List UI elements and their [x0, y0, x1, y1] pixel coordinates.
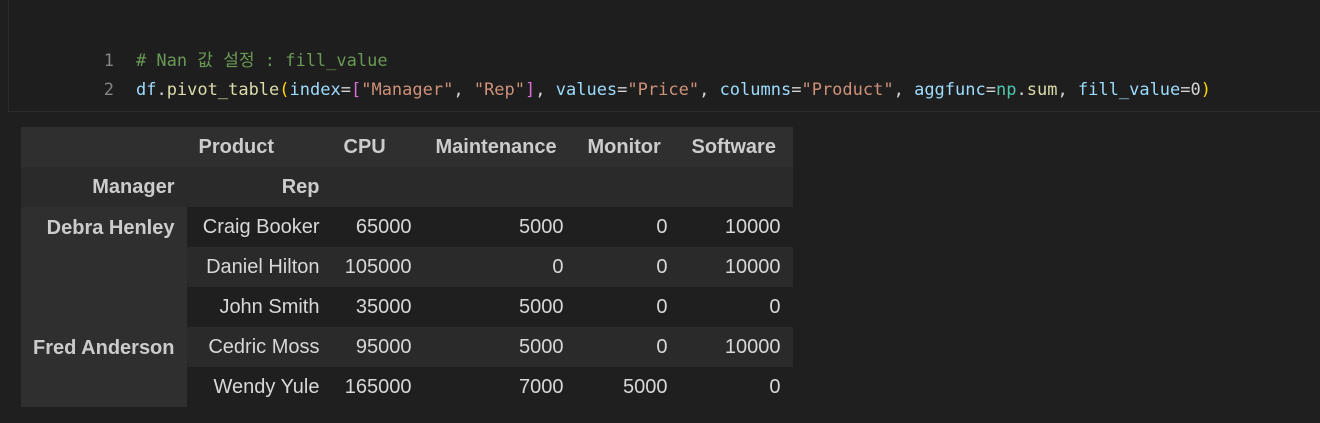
code-token: "Product": [801, 80, 894, 100]
code-token: np: [995, 80, 1017, 100]
cell-maintenance: 7000: [423, 367, 576, 407]
code-token: values: [555, 80, 618, 100]
code-token: =: [791, 80, 802, 100]
cell-software: 10000: [679, 327, 793, 367]
code-token: df: [135, 80, 157, 100]
line-number: 2: [103, 80, 114, 100]
cell-cpu: 95000: [331, 327, 424, 367]
code-token: "Price": [627, 80, 700, 100]
index-manager: Debra Henley: [21, 207, 187, 327]
index-header-rep: Rep: [186, 167, 332, 207]
index-rep: Daniel Hilton: [186, 247, 332, 287]
code-statement: df.pivot_table(index=["Manager", "Rep"],…: [136, 76, 1211, 104]
index-rep: Craig Booker: [186, 207, 332, 247]
cell-monitor: 5000: [575, 367, 680, 407]
code-token: ,: [699, 80, 720, 100]
code-token: ]: [525, 80, 536, 100]
table-row: Debra Henley Craig Booker 65000 5000 0 1…: [21, 207, 793, 327]
cell-monitor: 0: [575, 207, 680, 247]
cell-monitor: 0: [575, 247, 680, 287]
header-blank: [423, 167, 576, 207]
pivot-table: Product CPU Maintenance Monitor Software…: [21, 127, 793, 407]
header-blank: [575, 167, 680, 207]
code-token: aggfunc: [914, 80, 986, 100]
cell-maintenance: 0: [423, 247, 576, 287]
column-header-software: Software: [679, 127, 793, 167]
code-token: ): [1200, 80, 1212, 100]
header-blank: [679, 167, 793, 207]
cell-maintenance: 5000: [423, 207, 576, 247]
column-header-cpu: CPU: [331, 127, 424, 167]
code-token: ,: [893, 80, 915, 100]
cell-software: 10000: [679, 207, 793, 247]
code-token: "Rep": [473, 80, 526, 100]
code-token: =: [985, 80, 996, 100]
cell-maintenance: 5000: [423, 327, 576, 367]
code-token: =: [340, 80, 351, 100]
code-token: index: [289, 80, 341, 100]
column-header-monitor: Monitor: [575, 127, 680, 167]
code-token: fill_value: [1077, 80, 1181, 100]
code-token: =: [617, 80, 628, 100]
column-header-maintenance: Maintenance: [423, 127, 576, 167]
code-line-2: 2 df.pivot_table(index=["Manager", "Rep"]…: [9, 48, 1211, 100]
index-manager: Fred Anderson: [21, 327, 187, 407]
code-token: ,: [1057, 80, 1078, 100]
cell-cpu: 105000: [331, 247, 424, 287]
code-token: ,: [453, 80, 474, 100]
cell-output: Product CPU Maintenance Monitor Software…: [21, 127, 793, 407]
code-token: .: [156, 80, 167, 100]
code-token: "Manager": [361, 80, 454, 100]
code-token: 0: [1190, 80, 1201, 100]
header-row-index: Manager Rep: [21, 167, 793, 207]
code-token: columns: [719, 80, 792, 100]
cell-monitor: 0: [575, 327, 680, 367]
cell-software: 0: [679, 367, 793, 407]
cell-cpu: 35000: [331, 287, 424, 327]
cell-software: 10000: [679, 247, 793, 287]
cell-software: 0: [679, 287, 793, 327]
index-rep: Cedric Moss: [186, 327, 332, 367]
index-rep: John Smith: [186, 287, 332, 327]
code-token: pivot_table: [166, 80, 280, 100]
code-token: (: [279, 80, 290, 100]
code-token: =: [1180, 80, 1191, 100]
cell-maintenance: 5000: [423, 287, 576, 327]
cell-monitor: 0: [575, 287, 680, 327]
code-line-1: 1 # Nan 값 설정 : fill_value: [9, 19, 388, 71]
index-rep: Wendy Yule: [186, 367, 332, 407]
index-header-manager: Manager: [21, 167, 187, 207]
code-token: sum: [1026, 80, 1058, 100]
columns-name-header: Product: [186, 127, 332, 167]
cell-cpu: 165000: [331, 367, 424, 407]
header-row-columns: Product CPU Maintenance Monitor Software: [21, 127, 793, 167]
code-token: .: [1016, 80, 1027, 100]
table-row: Fred Anderson Cedric Moss 95000 5000 0 1…: [21, 327, 793, 407]
cell-cpu: 65000: [331, 207, 424, 247]
header-blank: [21, 127, 187, 167]
code-token: ,: [535, 80, 556, 100]
code-token: [: [350, 80, 362, 100]
code-cell[interactable]: 1 # Nan 값 설정 : fill_value 2 df.pivot_table…: [8, 0, 1320, 112]
header-blank: [331, 167, 424, 207]
